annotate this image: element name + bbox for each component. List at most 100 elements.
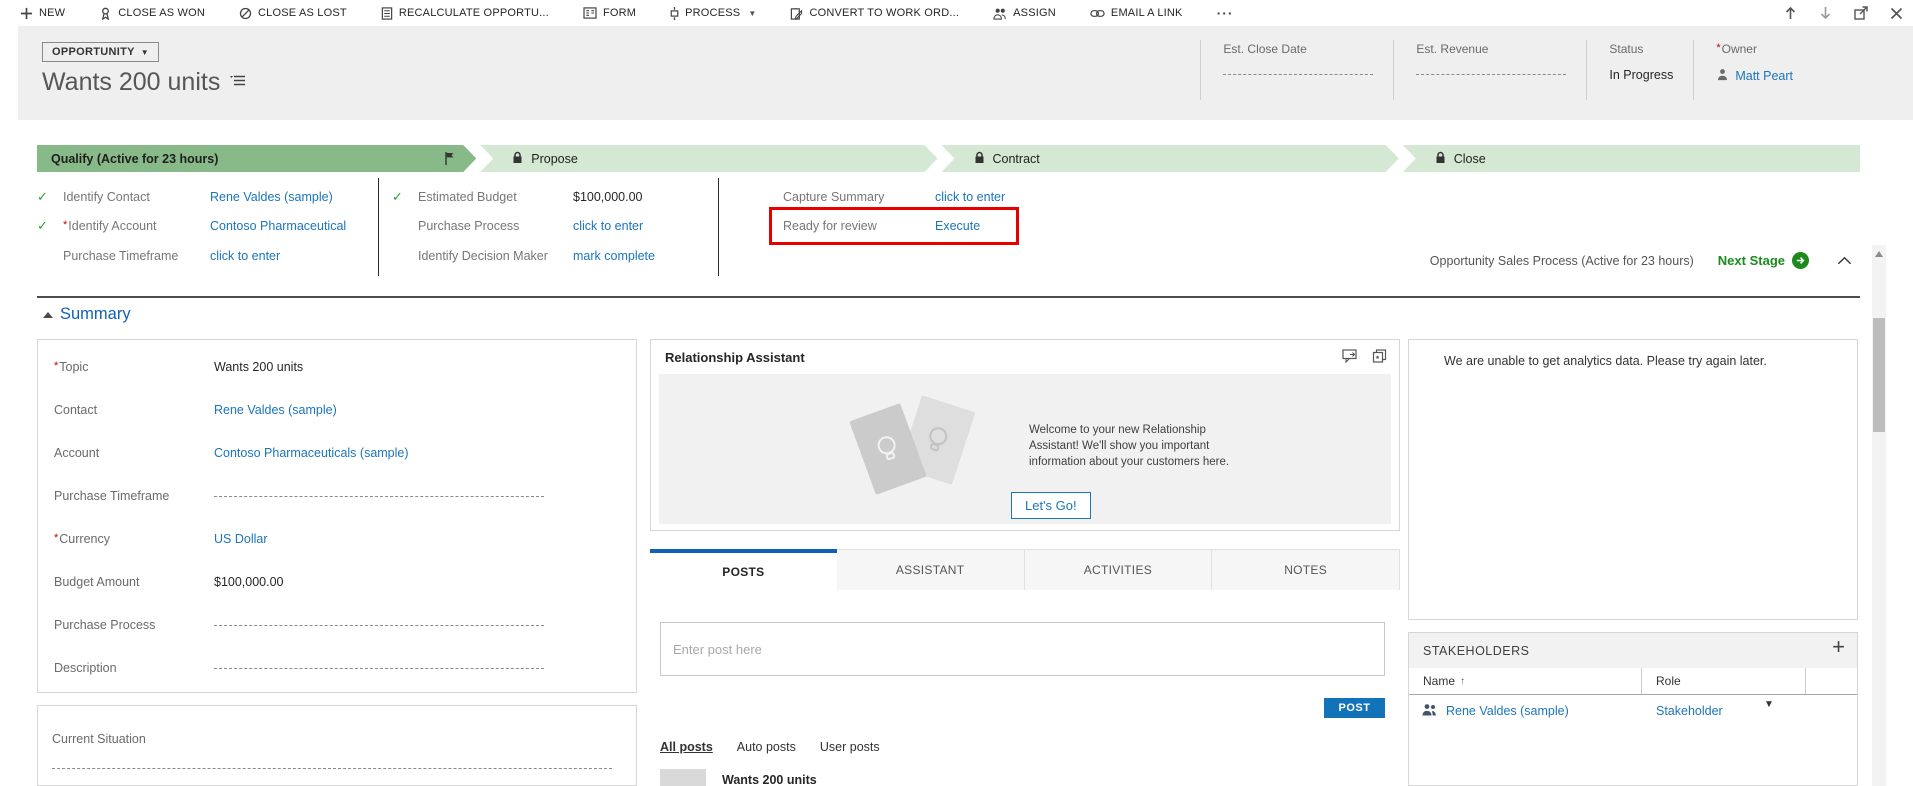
- contact-link[interactable]: Rene Valdes (sample): [214, 403, 337, 417]
- field-contact[interactable]: Contact Rene Valdes (sample): [54, 388, 622, 431]
- close-as-won-label: CLOSE AS WON: [118, 7, 206, 19]
- post-list-item[interactable]: Wants 200 units: [660, 769, 817, 786]
- owner-link[interactable]: Matt Peart: [1735, 69, 1793, 83]
- entity-type-dropdown[interactable]: OPPORTUNITY ▼: [42, 42, 159, 62]
- page-title: Wants 200 units: [42, 68, 221, 96]
- currency-link[interactable]: US Dollar: [214, 532, 268, 546]
- field-account[interactable]: Account Contoso Pharmaceuticals (sample): [54, 431, 622, 474]
- recalculate-opportunity-label: RECALCULATE OPPORTU...: [398, 7, 549, 19]
- stage-close-label: Close: [1453, 151, 1486, 166]
- summary-section-toggle[interactable]: Summary: [43, 305, 131, 324]
- assign-button[interactable]: ASSIGN: [993, 7, 1056, 20]
- process-button[interactable]: PROCESS ▼: [670, 6, 757, 20]
- estimated-budget-value[interactable]: $100,000.00: [573, 190, 643, 204]
- est-revenue-field[interactable]: Est. Revenue: [1393, 40, 1586, 100]
- collapse-triangle-icon: [43, 311, 53, 318]
- close-as-won-button[interactable]: CLOSE AS WON: [99, 7, 205, 20]
- chevron-down-icon[interactable]: ▼: [1764, 699, 1774, 710]
- field-purchase-timeframe[interactable]: Purchase Timeframe: [54, 474, 622, 517]
- stage-qualify[interactable]: Qualify (Active for 23 hours): [37, 145, 476, 172]
- form-selector-icon[interactable]: [230, 74, 246, 92]
- lets-go-button[interactable]: Let's Go!: [1011, 492, 1091, 519]
- vertical-scrollbar[interactable]: [1872, 245, 1886, 786]
- pop-out-icon[interactable]: [1854, 6, 1868, 20]
- copy-pages-icon[interactable]: [1372, 349, 1387, 363]
- field-label: Capture Summary: [783, 189, 885, 204]
- record-header: OPPORTUNITY ▼ Wants 200 units Est. Close…: [18, 26, 1913, 120]
- tab-posts[interactable]: POSTS: [650, 549, 837, 590]
- empty-value-dashes: [1416, 74, 1567, 75]
- record-navigation: [1784, 0, 1903, 26]
- purchase-process-link[interactable]: click to enter: [573, 219, 643, 233]
- budget-amount-value: $100,000.00: [214, 574, 284, 589]
- post-input[interactable]: [661, 623, 1384, 675]
- account-link[interactable]: Contoso Pharmaceuticals (sample): [214, 446, 409, 460]
- purchase-timeframe-link[interactable]: click to enter: [210, 249, 280, 263]
- form-button[interactable]: FORM: [583, 7, 636, 19]
- close-icon[interactable]: [1890, 7, 1903, 20]
- calculator-icon: [381, 6, 393, 20]
- capture-summary-link[interactable]: click to enter: [935, 190, 1005, 204]
- status-field: Status In Progress: [1586, 40, 1693, 100]
- field-purchase-process[interactable]: Purchase Process: [54, 603, 622, 646]
- stage-propose[interactable]: Propose: [480, 145, 937, 172]
- tab-notes[interactable]: NOTES: [1212, 549, 1400, 590]
- person-icon: [1716, 68, 1729, 84]
- owner-field[interactable]: *Owner Matt Peart: [1693, 40, 1813, 100]
- add-stakeholder-button[interactable]: +: [1832, 634, 1845, 660]
- move-down-icon[interactable]: [1819, 6, 1832, 20]
- table-row[interactable]: Rene Valdes (sample) Stakeholder ▼: [1409, 695, 1857, 726]
- filter-user-posts[interactable]: User posts: [820, 740, 880, 754]
- required-asterisk: *: [1716, 42, 1721, 54]
- est-revenue-label: Est. Revenue: [1416, 42, 1489, 56]
- post-filters: All posts Auto posts User posts: [660, 740, 880, 754]
- post-button[interactable]: POST: [1324, 698, 1385, 718]
- post-composer: [660, 622, 1385, 676]
- column-header-name[interactable]: Name ↑: [1409, 668, 1642, 694]
- field-currency[interactable]: *Currency US Dollar: [54, 517, 622, 560]
- filter-all-posts[interactable]: All posts: [660, 740, 713, 754]
- stage-close[interactable]: Close: [1402, 145, 1860, 172]
- stakeholder-role-link[interactable]: Stakeholder: [1656, 704, 1723, 718]
- est-close-date-field[interactable]: Est. Close Date: [1200, 40, 1393, 100]
- identify-account-link[interactable]: Contoso Pharmaceutical: [210, 219, 346, 233]
- process-field-capture-summary: Capture Summary click to enter: [747, 182, 1047, 212]
- status-value: In Progress: [1609, 68, 1674, 82]
- tab-activities[interactable]: ACTIVITIES: [1024, 549, 1213, 590]
- column-header-role[interactable]: Role: [1642, 668, 1806, 694]
- more-commands-button[interactable]: ···: [1217, 5, 1234, 21]
- new-button[interactable]: NEW: [20, 7, 65, 20]
- scroll-up-arrow[interactable]: [1875, 251, 1883, 257]
- empty-value-dashes[interactable]: [52, 768, 612, 769]
- stakeholders-header: STAKEHOLDERS +: [1409, 633, 1857, 668]
- move-up-icon[interactable]: [1784, 6, 1797, 20]
- recalculate-opportunity-button[interactable]: RECALCULATE OPPORTU...: [381, 6, 549, 20]
- field-topic[interactable]: *Topic Wants 200 units: [54, 345, 622, 388]
- plus-icon: [20, 7, 33, 20]
- stage-qualify-label: Qualify (Active for 23 hours): [51, 151, 219, 166]
- mark-complete-link[interactable]: mark complete: [573, 249, 655, 263]
- feedback-bubble-icon[interactable]: [1342, 349, 1358, 363]
- sort-ascending-icon: ↑: [1460, 675, 1466, 687]
- collapse-process-icon[interactable]: [1837, 256, 1852, 265]
- stakeholder-name-link[interactable]: Rene Valdes (sample): [1446, 704, 1569, 718]
- entity-type-label: OPPORTUNITY: [52, 46, 135, 58]
- link-icon: [1090, 9, 1105, 18]
- filter-auto-posts[interactable]: Auto posts: [737, 740, 796, 754]
- field-description[interactable]: Description: [54, 646, 622, 689]
- stage-contract[interactable]: Contract: [942, 145, 1399, 172]
- summary-heading-label: Summary: [60, 305, 131, 323]
- arrow-right-circle-icon: [1792, 252, 1809, 269]
- next-stage-button[interactable]: Next Stage: [1718, 252, 1809, 269]
- process-field-identify-contact: ✓ Identify Contact Rene Valdes (sample): [37, 182, 372, 212]
- field-budget-amount[interactable]: Budget Amount $100,000.00: [54, 560, 622, 603]
- tab-assistant[interactable]: ASSISTANT: [836, 549, 1025, 590]
- identify-contact-link[interactable]: Rene Valdes (sample): [210, 190, 333, 204]
- scrollbar-thumb[interactable]: [1873, 318, 1885, 432]
- convert-to-work-order-button[interactable]: CONVERT TO WORK ORD...: [790, 7, 959, 20]
- email-a-link-button[interactable]: EMAIL A LINK: [1090, 7, 1183, 19]
- field-label: Contact: [54, 402, 98, 417]
- close-as-lost-button[interactable]: CLOSE AS LOST: [239, 7, 347, 20]
- execute-link[interactable]: Execute: [935, 219, 980, 233]
- chevron-down-icon: ▼: [748, 8, 757, 18]
